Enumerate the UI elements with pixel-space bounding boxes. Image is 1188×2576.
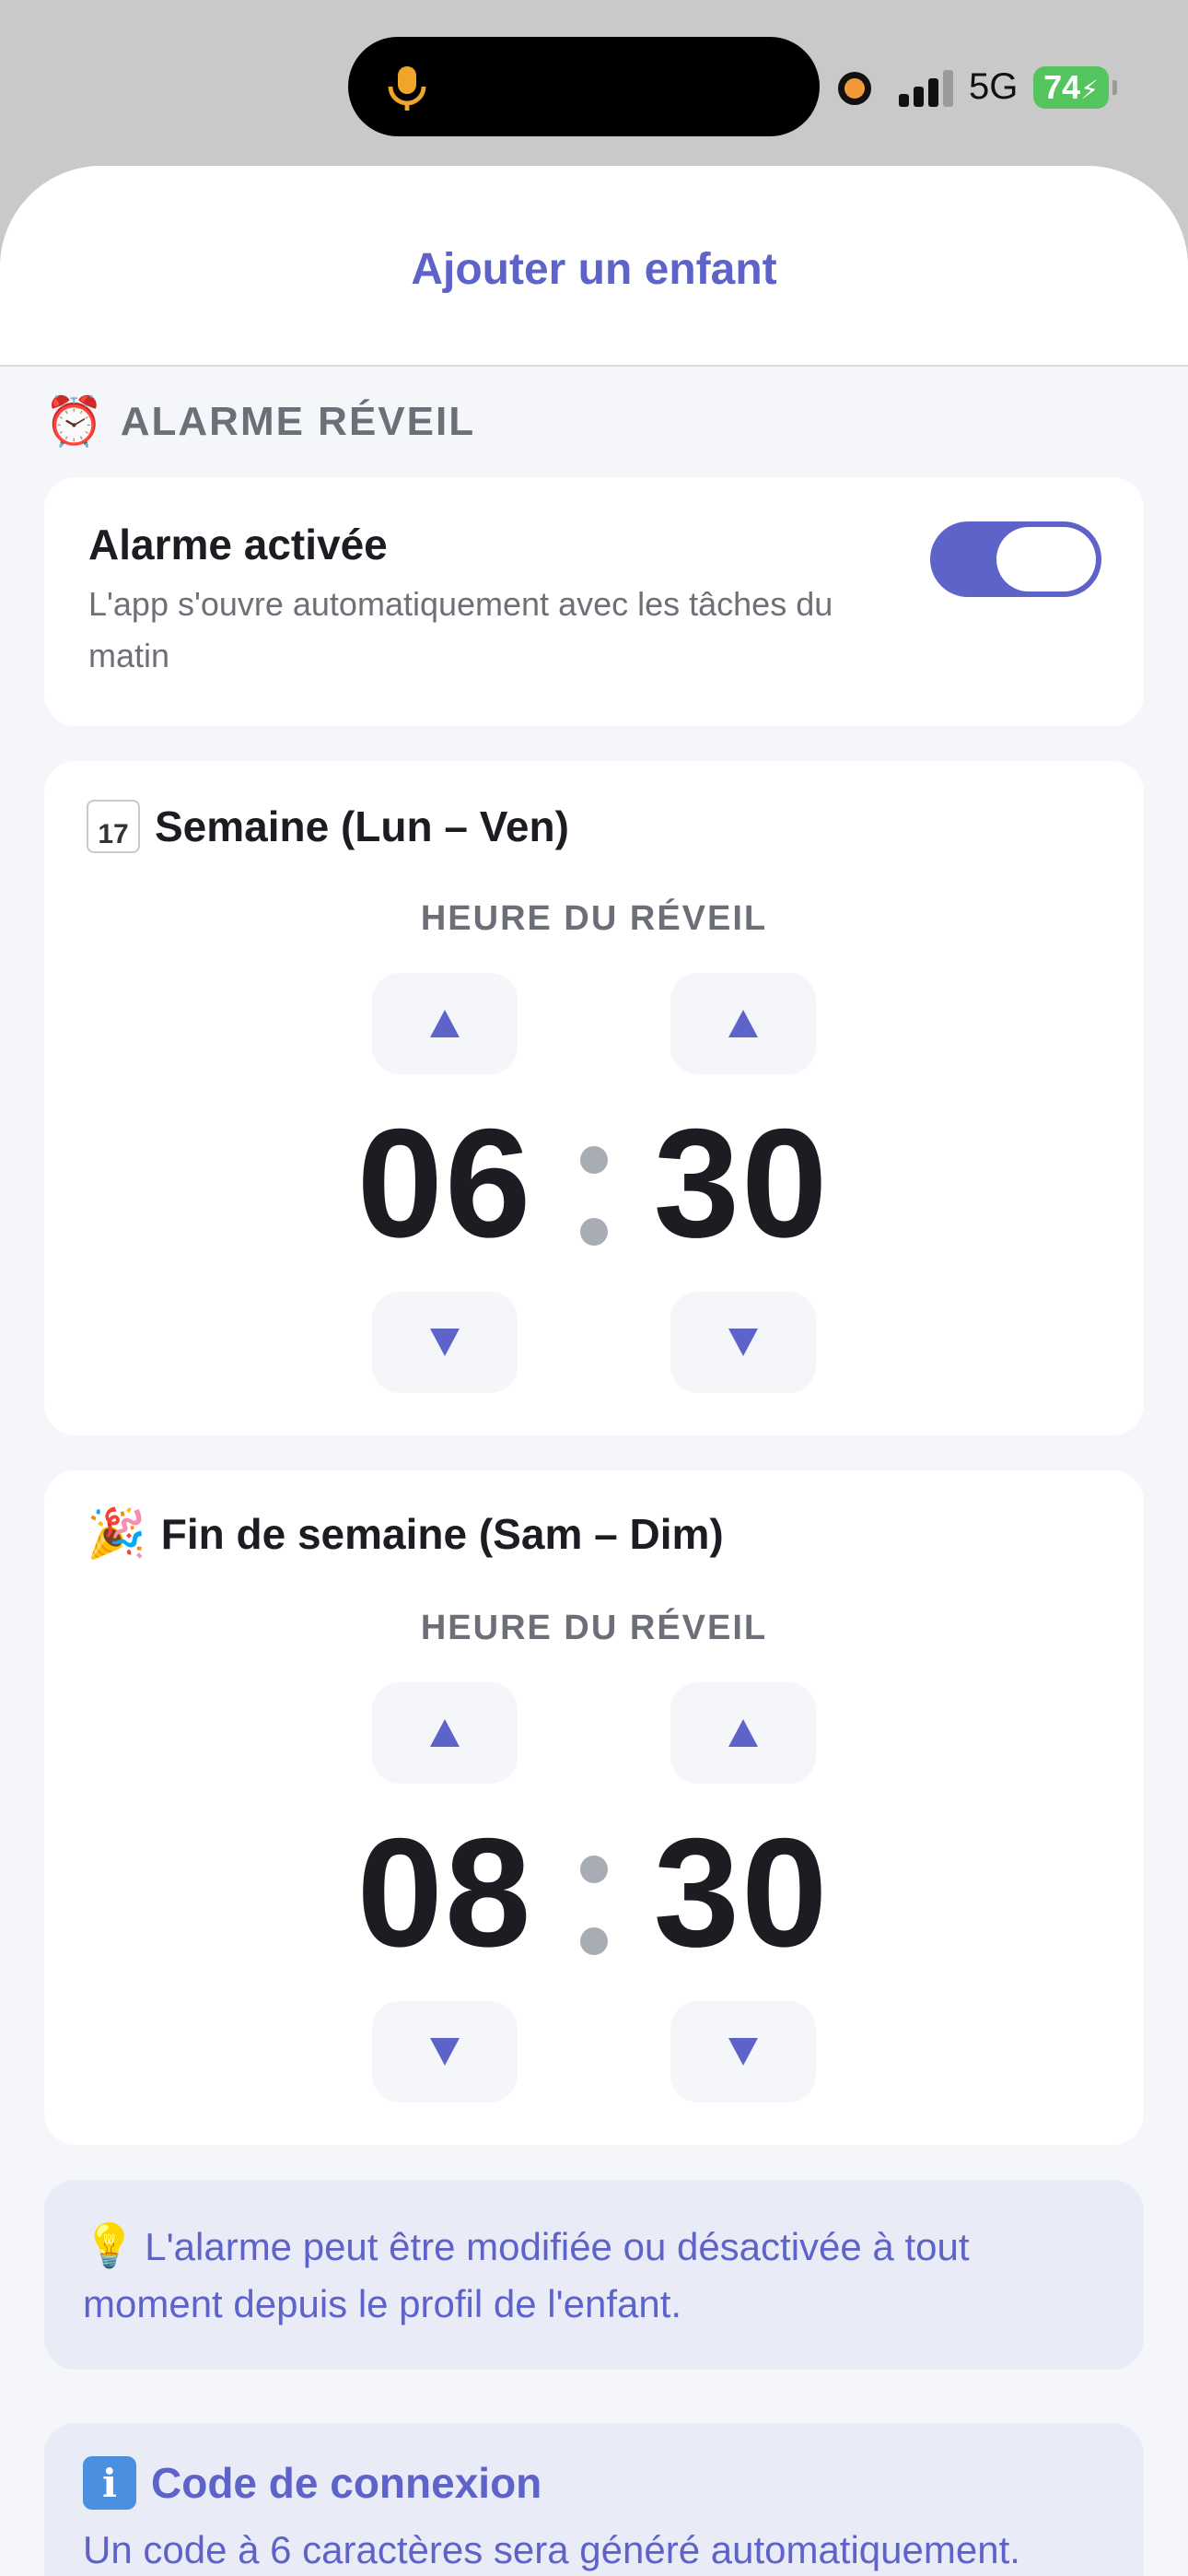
weekday-hour-up-button[interactable] xyxy=(372,973,518,1074)
weekend-time-card: 🎉 Fin de semaine (Sam – Dim) HEURE DU RÉ… xyxy=(44,1470,1144,2145)
connection-code-description: Un code à 6 caractères sera généré autom… xyxy=(83,2528,1020,2571)
calendar-day: 17 xyxy=(98,819,129,849)
weekend-title-row: 🎉 Fin de semaine (Sam – Dim) xyxy=(87,1509,724,1559)
triangle-up-icon xyxy=(430,1719,460,1747)
weekday-hour-down-button[interactable] xyxy=(372,1292,518,1393)
add-child-sheet: Ajouter un enfant ⏰ ALARME RÉVEIL Alarme… xyxy=(0,166,1188,2576)
connection-code-card: i Code de connexion Un code à 6 caractèr… xyxy=(44,2423,1144,2576)
triangle-up-icon xyxy=(728,1719,758,1747)
switch-knob xyxy=(996,527,1096,591)
party-popper-icon: 🎉 xyxy=(87,1507,146,1561)
alarm-tip-card: 💡 L'alarme peut être modifiée ou désactiv… xyxy=(44,2180,1144,2370)
weekday-minute-down-button[interactable] xyxy=(670,1292,816,1393)
sheet-header: Ajouter un enfant xyxy=(0,166,1188,367)
status-bar: 5G 74⚡ xyxy=(0,0,1188,166)
weekend-title: Fin de semaine (Sam – Dim) xyxy=(160,1510,724,1558)
triangle-down-icon xyxy=(728,2038,758,2066)
calendar-icon: 17 xyxy=(87,800,140,853)
triangle-up-icon xyxy=(728,1010,758,1037)
weekend-minute-up-button[interactable] xyxy=(670,1682,816,1784)
weekend-hour-value: 08 xyxy=(356,1806,533,1979)
weekend-hour-down-button[interactable] xyxy=(372,2001,518,2102)
cellular-signal-icon xyxy=(899,70,956,107)
battery-level: 74 xyxy=(1043,68,1081,106)
wake-time-label: HEURE DU RÉVEIL xyxy=(420,1609,768,1647)
network-type: 5G xyxy=(969,66,1019,107)
alarm-toggle-switch[interactable] xyxy=(930,521,1101,597)
weekend-minute-down-button[interactable] xyxy=(670,2001,816,2102)
triangle-down-icon xyxy=(430,2038,460,2066)
microphone-icon xyxy=(388,66,426,111)
battery-tip xyxy=(1112,80,1117,95)
wake-time-label: HEURE DU RÉVEIL xyxy=(420,899,768,938)
alarm-toggle-description: L'app s'ouvre automatiquement avec les t… xyxy=(88,585,833,674)
triangle-up-icon xyxy=(430,1010,460,1037)
dynamic-island xyxy=(348,37,820,136)
alarm-toggle-card: Alarme activée L'app s'ouvre automatique… xyxy=(44,477,1144,726)
alarm-tip-text: L'alarme peut être modifiée ou désactivé… xyxy=(83,2225,970,2325)
info-icon: i xyxy=(83,2456,136,2510)
lightbulb-icon: 💡 xyxy=(83,2221,136,2269)
weekday-minute-value: 30 xyxy=(653,1096,830,1270)
weekday-minute-up-button[interactable] xyxy=(670,973,816,1074)
triangle-down-icon xyxy=(728,1329,758,1356)
connection-code-title: Code de connexion xyxy=(151,2459,542,2507)
triangle-down-icon xyxy=(430,1329,460,1356)
weekday-title: Semaine (Lun – Ven) xyxy=(155,802,569,850)
weekday-hour-value: 06 xyxy=(356,1096,533,1270)
connection-code-title-row: i Code de connexion xyxy=(83,2456,1105,2510)
section-label: ALARME RÉVEIL xyxy=(120,399,476,444)
weekday-title-row: 17 Semaine (Lun – Ven) xyxy=(87,800,569,853)
recording-indicator-icon xyxy=(838,72,871,105)
alarm-section-header: ⏰ ALARME RÉVEIL xyxy=(44,398,475,446)
sheet-title: Ajouter un enfant xyxy=(411,244,777,294)
alarm-clock-icon: ⏰ xyxy=(44,395,104,449)
weekend-hour-up-button[interactable] xyxy=(372,1682,518,1784)
weekday-time-card: 17 Semaine (Lun – Ven) HEURE DU RÉVEIL 0… xyxy=(44,761,1144,1435)
weekend-minute-value: 30 xyxy=(653,1806,830,1979)
battery-icon: 74⚡ xyxy=(1033,66,1109,109)
alarm-tip: 💡 L'alarme peut être modifiée ou désactiv… xyxy=(83,2217,1105,2333)
